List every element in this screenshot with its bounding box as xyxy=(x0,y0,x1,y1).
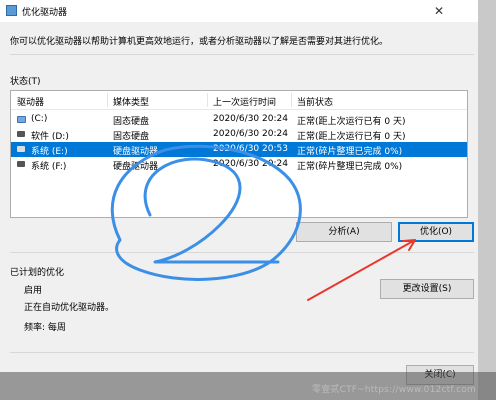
window-title: 优化驱动器 xyxy=(22,8,68,18)
drive-name: 系统 (E:) xyxy=(31,147,68,157)
drive-row-selected[interactable]: 系统 (E:) 硬盘驱动器 2020/6/30 20:53 正常(碎片整理已完成… xyxy=(11,142,467,157)
watermark-text: 零壹贰CTF~https://www.012ctf.com xyxy=(312,385,476,395)
column-header-last-run[interactable]: 上一次运行时间 xyxy=(213,95,276,108)
media-type: 硬盘驱动器 xyxy=(113,162,159,172)
change-settings-button[interactable]: 更改设置(S) xyxy=(380,279,474,299)
close-window-icon[interactable]: ✕ xyxy=(424,0,454,22)
drive-name: (C:) xyxy=(31,114,48,124)
current-status: 正常(距上次运行已有 0 天) xyxy=(297,132,406,142)
drive-list-header: 驱动器 媒体类型 上一次运行时间 当前状态 xyxy=(11,91,467,110)
drive-list[interactable]: 驱动器 媒体类型 上一次运行时间 当前状态 (C:) 固态硬盘 2020/6/3… xyxy=(10,90,468,218)
column-header-drive[interactable]: 驱动器 xyxy=(17,95,44,108)
system-drive-icon xyxy=(17,116,26,123)
media-type: 硬盘驱动器 xyxy=(113,147,159,157)
scheduled-optimization-heading: 已计划的优化 xyxy=(10,268,65,278)
media-type: 固态硬盘 xyxy=(113,132,150,142)
description-text: 你可以优化驱动器以帮助计算机更高效地运行，或者分析驱动器以了解是否需要对其进行优… xyxy=(10,37,389,47)
divider xyxy=(10,352,474,353)
drive-icon xyxy=(17,146,25,152)
status-label: 状态(T) xyxy=(10,77,41,87)
defrag-app-icon xyxy=(6,5,17,16)
column-separator[interactable] xyxy=(207,93,208,107)
last-run: 2020/6/30 20:24 xyxy=(213,114,288,124)
schedule-state: 启用 xyxy=(24,286,43,296)
drive-name: 软件 (D:) xyxy=(31,132,69,142)
divider xyxy=(10,54,474,55)
drive-name: 系统 (F:) xyxy=(31,162,67,172)
divider xyxy=(10,252,474,253)
background-window-edge xyxy=(478,0,496,400)
media-type: 固态硬盘 xyxy=(113,117,150,127)
current-status: 正常(碎片整理已完成 0%) xyxy=(297,162,403,172)
schedule-description: 正在自动优化驱动器。 xyxy=(24,303,115,313)
drive-icon xyxy=(17,161,25,167)
current-status: 正常(距上次运行已有 0 天) xyxy=(297,117,406,127)
drive-row[interactable]: 系统 (F:) 硬盘驱动器 2020/6/30 20:24 正常(碎片整理已完成… xyxy=(11,157,467,172)
schedule-frequency: 频率: 每周 xyxy=(24,323,66,333)
optimize-drives-window: 优化驱动器 ✕ 你可以优化驱动器以帮助计算机更高效地运行，或者分析驱动器以了解是… xyxy=(0,0,479,400)
last-run: 2020/6/30 20:53 xyxy=(213,144,288,154)
title-bar: 优化驱动器 ✕ xyxy=(0,0,478,22)
drive-row[interactable]: (C:) 固态硬盘 2020/6/30 20:24 正常(距上次运行已有 0 天… xyxy=(11,112,467,127)
drive-row[interactable]: 软件 (D:) 固态硬盘 2020/6/30 20:24 正常(距上次运行已有 … xyxy=(11,127,467,142)
optimize-button[interactable]: 优化(O) xyxy=(398,222,474,242)
last-run: 2020/6/30 20:24 xyxy=(213,159,288,169)
analyze-button[interactable]: 分析(A) xyxy=(296,222,392,242)
drive-icon xyxy=(17,131,25,137)
column-header-status[interactable]: 当前状态 xyxy=(297,95,333,108)
column-header-media-type[interactable]: 媒体类型 xyxy=(113,95,149,108)
column-separator[interactable] xyxy=(107,93,108,107)
column-separator[interactable] xyxy=(291,93,292,107)
current-status: 正常(碎片整理已完成 0%) xyxy=(297,147,403,157)
last-run: 2020/6/30 20:24 xyxy=(213,129,288,139)
